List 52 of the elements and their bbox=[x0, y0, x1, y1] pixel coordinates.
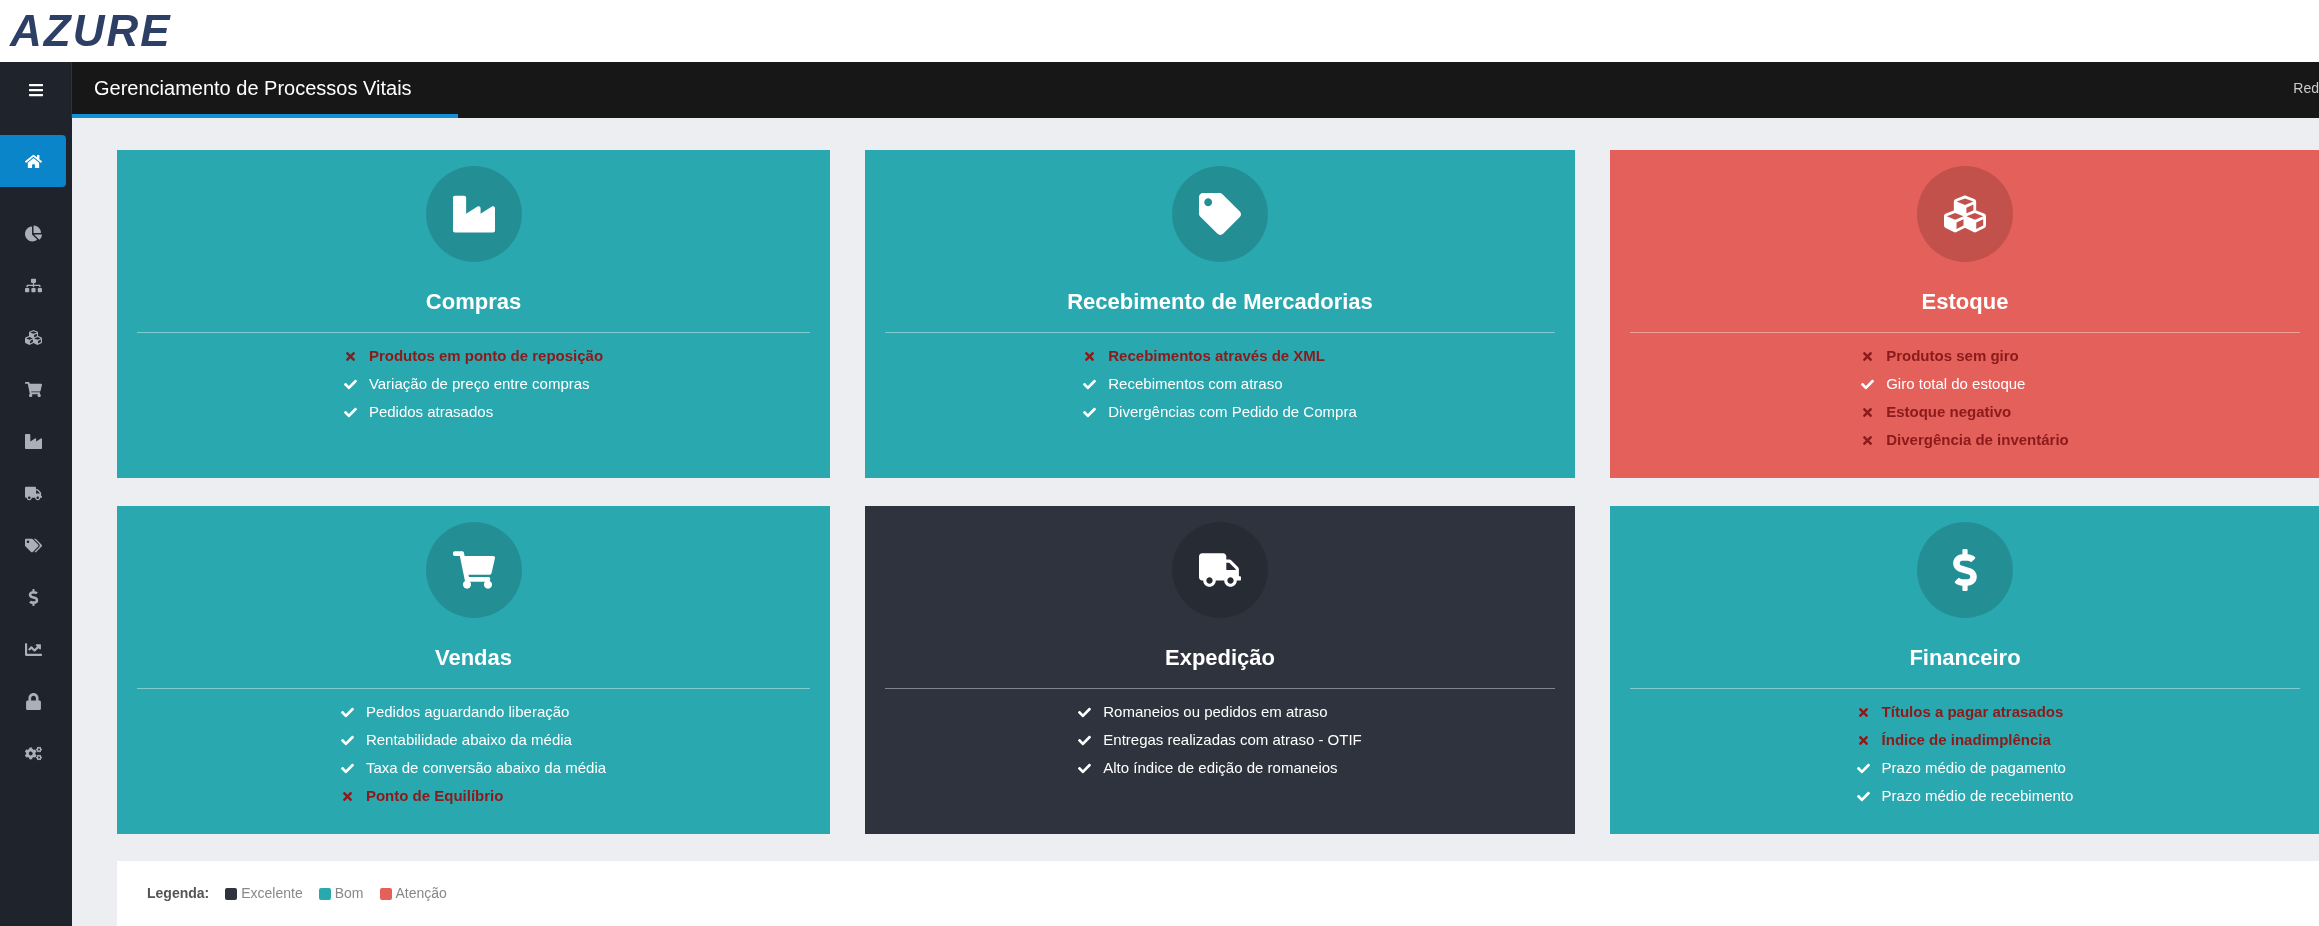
sidebar-item[interactable] bbox=[0, 135, 66, 187]
cubes-icon bbox=[1944, 193, 1986, 235]
pie-chart-icon bbox=[24, 224, 42, 242]
indicator-label: Produtos em ponto de reposição bbox=[368, 345, 604, 366]
legend-text: Bom bbox=[334, 884, 364, 903]
indicator-label: Taxa de conversão abaixo da média bbox=[365, 757, 607, 778]
indicator-label: Prazo médio de recebimento bbox=[1881, 785, 2074, 806]
truck-icon bbox=[24, 484, 42, 502]
gears-icon bbox=[24, 744, 42, 762]
legend-text: Excelente bbox=[241, 884, 303, 903]
legend-text: Atenção bbox=[395, 884, 447, 903]
tags-icon bbox=[24, 536, 42, 554]
indicator-label: Giro total do estoque bbox=[1886, 373, 2026, 394]
lock-icon bbox=[24, 692, 42, 710]
indicator-label: Recebimentos através de XML bbox=[1108, 345, 1325, 366]
indicator-label: Produtos sem giro bbox=[1886, 345, 2019, 366]
menu-icon bbox=[27, 82, 44, 98]
sitemap-icon bbox=[24, 276, 42, 294]
indicator-label: Pedidos aguardando liberação bbox=[365, 701, 570, 722]
indicator-label: Variação de preço entre compras bbox=[368, 373, 590, 394]
tag-icon bbox=[1199, 193, 1241, 235]
page-title: Gerenciamento de Processos Vitais bbox=[94, 76, 412, 101]
indicator-label: Divergências com Pedido de Compra bbox=[1108, 401, 1357, 422]
home-icon bbox=[24, 152, 42, 170]
indicator-label: Divergência de inventário bbox=[1886, 429, 2069, 450]
indicator-label: Pedidos atrasados bbox=[368, 401, 494, 422]
line-chart-icon bbox=[24, 640, 42, 658]
cubes-icon bbox=[24, 328, 42, 346]
indicator-label: Ponto de Equilíbrio bbox=[365, 785, 504, 806]
indicator-label: Títulos a pagar atrasados bbox=[1881, 701, 2064, 722]
factory-icon bbox=[24, 432, 42, 450]
cart-icon bbox=[24, 380, 42, 398]
header-link[interactable]: Red bbox=[2293, 77, 2319, 99]
card-title: Estoque bbox=[1921, 288, 2009, 316]
indicator-label: Prazo médio de pagamento bbox=[1881, 757, 2066, 778]
card-title: Financeiro bbox=[1909, 644, 2021, 672]
indicator-label: Estoque negativo bbox=[1886, 401, 2012, 422]
indicator-label: Índice de inadimplência bbox=[1881, 729, 2051, 750]
indicator-label: Entregas realizadas com atraso - OTIF bbox=[1103, 729, 1362, 750]
indicator-label: Alto índice de edição de romaneios bbox=[1103, 757, 1338, 778]
indicator-label: Rentabilidade abaixo da média bbox=[365, 729, 572, 750]
factory-icon bbox=[452, 193, 495, 235]
indicator-label: Romaneios ou pedidos em atraso bbox=[1103, 701, 1328, 722]
card-title: Vendas bbox=[434, 644, 512, 672]
indicator-label: Recebimentos com atraso bbox=[1108, 373, 1283, 394]
legend-label: Legenda: bbox=[147, 884, 210, 903]
card-title: Expedição bbox=[1164, 644, 1275, 672]
card-title: Compras bbox=[425, 288, 522, 316]
menu-button[interactable] bbox=[0, 62, 72, 118]
card-title: Recebimento de Mercadorias bbox=[1067, 288, 1373, 316]
logo: AZURE bbox=[10, 9, 172, 53]
cart-icon bbox=[452, 549, 495, 591]
